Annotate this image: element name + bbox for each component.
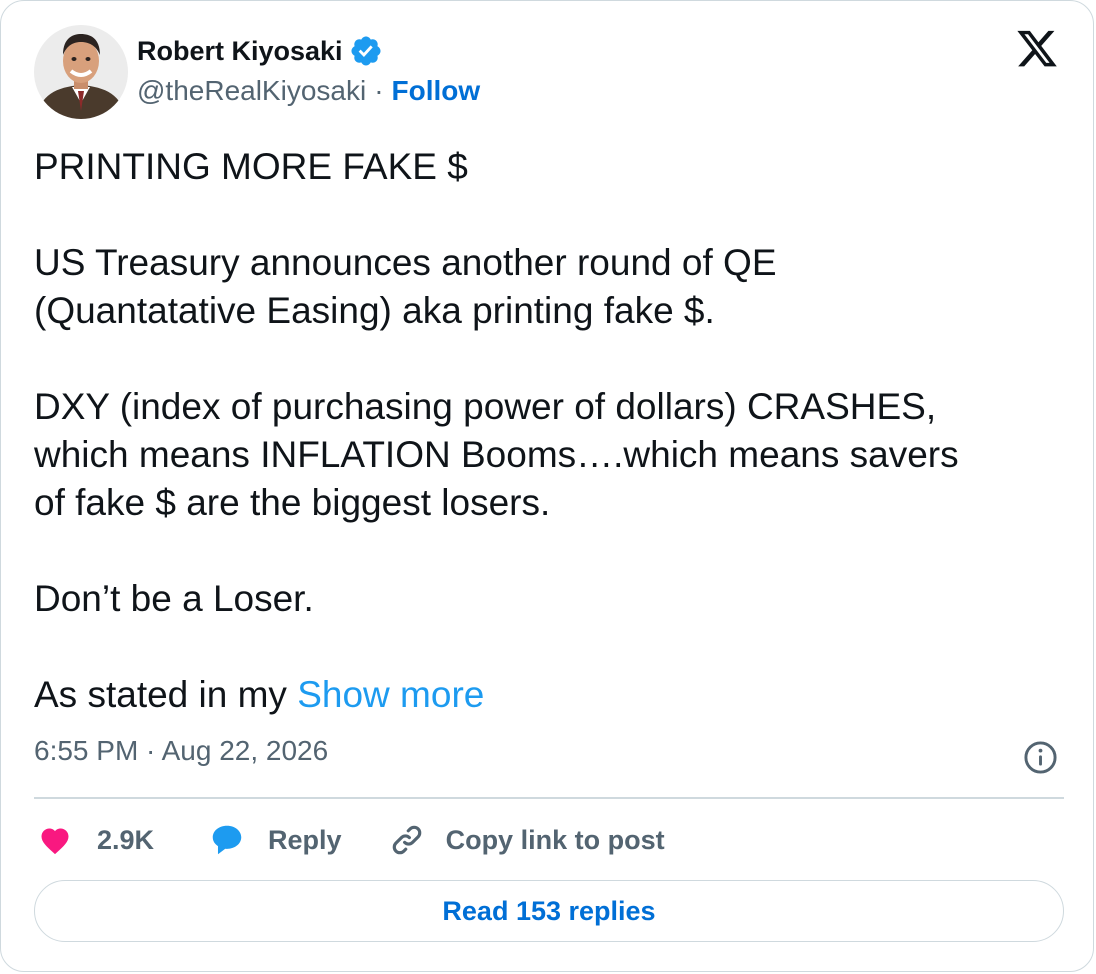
action-bar: 2.9K Reply Copy link to post — [37, 817, 665, 863]
separator-dot: · — [374, 75, 384, 106]
reply-label: Reply — [268, 824, 342, 855]
read-replies-button[interactable]: Read 153 replies — [34, 880, 1064, 942]
avatar[interactable] — [34, 25, 128, 119]
tweet-truncated-text: As stated in my — [34, 674, 298, 715]
copy-link-label: Copy link to post — [445, 824, 665, 855]
like-count: 2.9K — [97, 824, 155, 855]
heart-icon — [37, 822, 73, 858]
timestamp[interactable]: 6:55 PM · Aug 22, 2026 — [34, 735, 328, 767]
like-button[interactable]: 2.9K — [37, 822, 154, 858]
handle-row: @theRealKiyosaki · Follow — [137, 73, 480, 109]
link-icon — [388, 821, 426, 859]
tweet-paragraph: DXY (index of purchasing power of dollar… — [34, 386, 959, 523]
author-name-row: Robert Kiyosaki — [137, 34, 383, 68]
x-logo-icon[interactable] — [1015, 29, 1059, 71]
tweet-paragraph: Don’t be a Loser. — [34, 578, 314, 619]
divider — [34, 797, 1064, 799]
author-handle[interactable]: @theRealKiyosaki — [137, 75, 366, 107]
copy-link-button[interactable]: Copy link to post — [388, 821, 665, 859]
info-icon[interactable] — [1023, 740, 1058, 775]
show-more-link[interactable]: Show more — [297, 674, 484, 715]
author-name[interactable]: Robert Kiyosaki — [137, 36, 343, 67]
follow-button[interactable]: Follow — [392, 75, 481, 107]
speech-bubble-icon — [208, 821, 246, 859]
tweet-paragraph: PRINTING MORE FAKE $ — [34, 146, 468, 187]
reply-button[interactable]: Reply — [208, 821, 342, 859]
verified-badge-icon[interactable] — [349, 34, 383, 68]
tweet-last-line: As stated in my Show more — [34, 671, 1064, 719]
tweet-paragraph: US Treasury announces another round of Q… — [34, 242, 777, 331]
tweet-card: Robert Kiyosaki @theRealKiyosaki · Follo… — [0, 0, 1094, 972]
tweet-text: PRINTING MORE FAKE $ US Treasury announc… — [34, 143, 1064, 719]
